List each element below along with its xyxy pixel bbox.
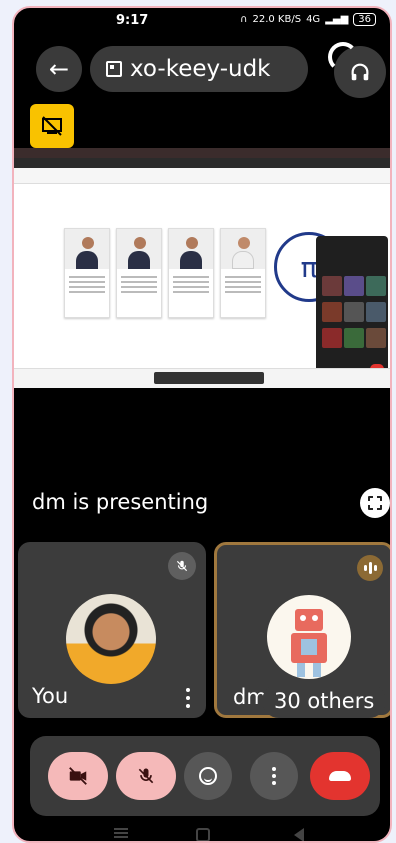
shared-app-toolbar xyxy=(14,168,390,184)
speaking-indicator-icon xyxy=(357,555,383,581)
profile-cards xyxy=(64,228,266,318)
more-options-icon[interactable] xyxy=(186,688,192,708)
home-icon[interactable] xyxy=(196,828,210,841)
hang-up-button[interactable] xyxy=(310,752,370,800)
camera-off-icon xyxy=(69,767,87,785)
phone-screen: 9:17 ∩ 22.0 KB/S 4G ▂▄▆ 36 ← xo-keey-udk xyxy=(12,6,392,843)
more-options-button[interactable] xyxy=(250,752,298,800)
call-controls-bar xyxy=(30,736,380,816)
fullscreen-button[interactable] xyxy=(360,488,390,518)
camera-toggle-button[interactable] xyxy=(48,752,108,800)
profile-card xyxy=(220,228,266,318)
calendar-icon xyxy=(106,61,122,77)
shared-screen[interactable]: π xyxy=(14,148,390,388)
status-time: 9:17 xyxy=(116,13,149,28)
signal-type: 4G xyxy=(306,14,321,25)
mini-meet-window xyxy=(316,236,388,386)
meeting-code-pill[interactable]: xo-keey-udk xyxy=(90,46,308,92)
meeting-code: xo-keey-udk xyxy=(130,56,271,82)
smiley-icon xyxy=(199,767,217,785)
battery-level: 36 xyxy=(353,13,376,26)
android-nav-bar xyxy=(14,826,390,841)
fullscreen-icon xyxy=(367,495,385,513)
system-icons: ∩ 22.0 KB/S 4G ▂▄▆ 36 xyxy=(240,13,376,26)
network-speed: 22.0 KB/S xyxy=(252,14,302,25)
others-count-badge[interactable]: 30 others xyxy=(262,684,387,718)
avatar-self xyxy=(66,594,156,684)
participant-tile-self[interactable]: You xyxy=(18,542,206,718)
back-button[interactable]: ← xyxy=(36,46,82,92)
participant-name-self: You xyxy=(32,684,69,708)
presenter-label: dm is presenting xyxy=(32,490,209,514)
vertical-dots-icon xyxy=(272,767,276,785)
muted-mic-icon xyxy=(168,552,196,580)
audio-output-button[interactable] xyxy=(328,42,386,98)
reactions-button[interactable] xyxy=(184,752,232,800)
back-triangle-icon[interactable] xyxy=(294,828,304,841)
profile-card xyxy=(168,228,214,318)
shared-browser-url xyxy=(14,158,390,168)
profile-card xyxy=(64,228,110,318)
headset-status-icon: ∩ xyxy=(240,14,248,25)
mic-off-icon xyxy=(138,768,154,784)
spinner-ring xyxy=(328,42,358,72)
profile-card xyxy=(116,228,162,318)
recent-apps-icon[interactable] xyxy=(114,832,128,834)
signal-bars-icon: ▂▄▆ xyxy=(325,14,349,25)
status-bar: 9:17 ∩ 22.0 KB/S 4G ▂▄▆ 36 xyxy=(14,8,390,36)
sharing-caption xyxy=(154,372,264,384)
arrow-left-icon: ← xyxy=(48,55,70,83)
phone-hangup-icon xyxy=(329,771,351,781)
recording-indicator[interactable] xyxy=(30,104,74,148)
shared-browser-tabs xyxy=(14,148,390,158)
screen-share-off-icon xyxy=(42,116,62,136)
shared-app-bottombar xyxy=(14,368,390,388)
avatar-robot xyxy=(267,595,351,679)
mic-toggle-button[interactable] xyxy=(116,752,176,800)
